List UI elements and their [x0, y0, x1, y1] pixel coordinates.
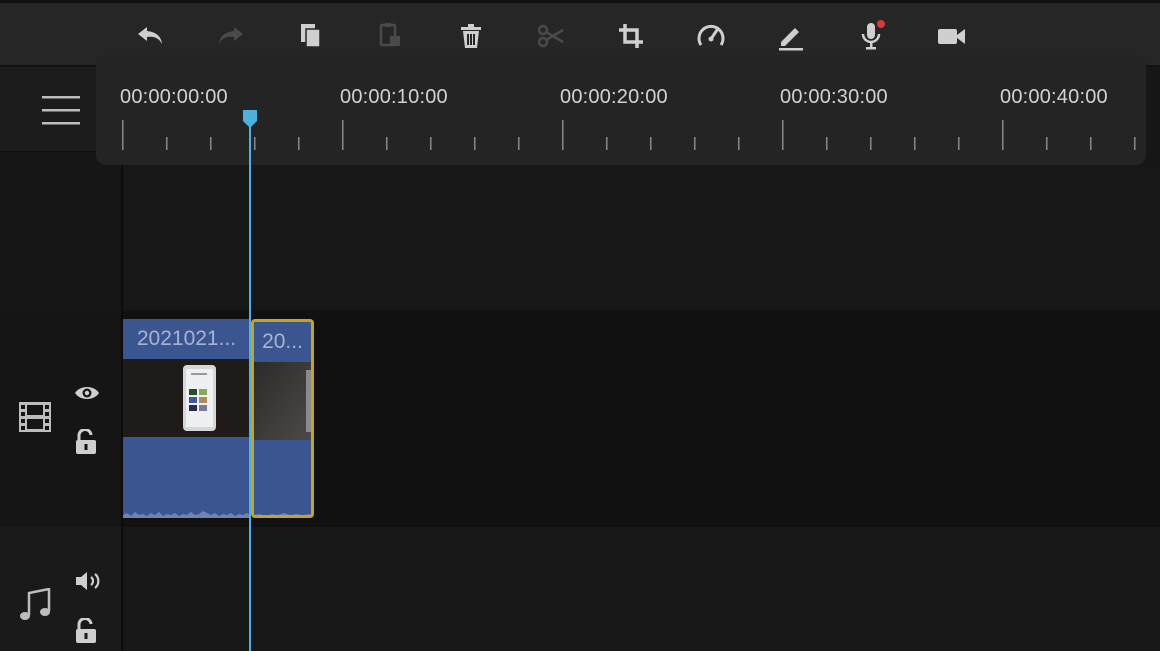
eye-icon[interactable] — [74, 384, 100, 402]
ruler-minor-tick — [518, 137, 520, 150]
clip-thumbnail — [254, 362, 311, 440]
delete-button[interactable] — [453, 18, 489, 54]
ruler-minor-tick — [1090, 137, 1092, 150]
copy-button[interactable] — [293, 18, 329, 54]
copy-icon — [301, 24, 321, 48]
ruler-minor-tick — [1046, 137, 1048, 150]
ruler-minor-tick — [606, 137, 608, 150]
record-button[interactable] — [933, 18, 969, 54]
menu-icon[interactable] — [42, 96, 80, 126]
ruler-minor-tick — [958, 137, 960, 150]
ruler-minor-tick — [694, 137, 696, 150]
ruler-minor-tick — [210, 137, 212, 150]
speed-button[interactable] — [693, 18, 729, 54]
ruler-major-tick — [122, 120, 124, 150]
playhead-handle[interactable] — [243, 110, 257, 128]
ruler-minor-tick — [298, 137, 300, 150]
ruler-major-tick — [342, 120, 344, 150]
clip-title: 2021021... — [136, 327, 237, 350]
ruler-minor-tick — [254, 137, 256, 150]
split-button[interactable] — [533, 18, 569, 54]
ruler-major-tick — [782, 120, 784, 150]
unlock-icon[interactable] — [75, 429, 97, 455]
paste-button[interactable] — [373, 18, 409, 54]
crop-button[interactable] — [613, 18, 649, 54]
audio-track — [0, 527, 1160, 651]
scissors-icon — [537, 24, 564, 48]
empty-track-area — [123, 165, 1160, 310]
video-clip[interactable]: 2021021... — [123, 319, 250, 518]
trash-icon — [461, 24, 481, 48]
camera-icon — [938, 29, 965, 44]
microphone-icon — [861, 20, 885, 50]
undo-icon — [138, 27, 162, 44]
speedometer-icon — [697, 24, 725, 46]
ruler-label: 00:00:40:00 — [1000, 86, 1108, 108]
audio-waveform — [123, 511, 250, 518]
film-icon — [18, 401, 52, 433]
voiceover-button[interactable] — [853, 18, 889, 54]
ruler-minor-tick — [166, 137, 168, 150]
ruler-minor-tick — [650, 137, 652, 150]
unlock-icon[interactable] — [75, 618, 97, 644]
redo-button[interactable] — [213, 18, 249, 54]
ruler-label: 00:00:10:00 — [340, 86, 448, 108]
ruler-minor-tick — [826, 137, 828, 150]
ruler-label: 00:00:00:00 — [120, 86, 228, 108]
pen-icon — [779, 28, 803, 51]
clip-thumbnail — [123, 359, 250, 437]
speaker-icon[interactable] — [74, 570, 102, 592]
undo-button[interactable] — [132, 18, 168, 54]
ruler-minor-tick — [474, 137, 476, 150]
ruler-major-tick — [1002, 120, 1004, 150]
ruler-minor-tick — [870, 137, 872, 150]
record-badge — [877, 20, 885, 28]
clip-title: 20... — [262, 330, 303, 353]
ruler-minor-tick — [1134, 137, 1136, 150]
ruler-minor-tick — [386, 137, 388, 150]
ruler-minor-tick — [914, 137, 916, 150]
audio-waveform — [254, 513, 311, 515]
playhead-line[interactable] — [249, 120, 251, 651]
ruler-label: 00:00:20:00 — [560, 86, 668, 108]
music-note-icon — [18, 588, 52, 624]
ruler-minor-tick — [430, 137, 432, 150]
ruler-minor-tick — [738, 137, 740, 150]
paste-icon — [379, 23, 400, 47]
crop-icon — [619, 24, 643, 48]
selected-video-clip[interactable]: 20... — [251, 319, 314, 518]
ruler-major-tick — [562, 120, 564, 150]
ruler-label: 00:00:30:00 — [780, 86, 888, 108]
edit-button[interactable] — [773, 18, 809, 54]
redo-icon — [219, 27, 243, 44]
